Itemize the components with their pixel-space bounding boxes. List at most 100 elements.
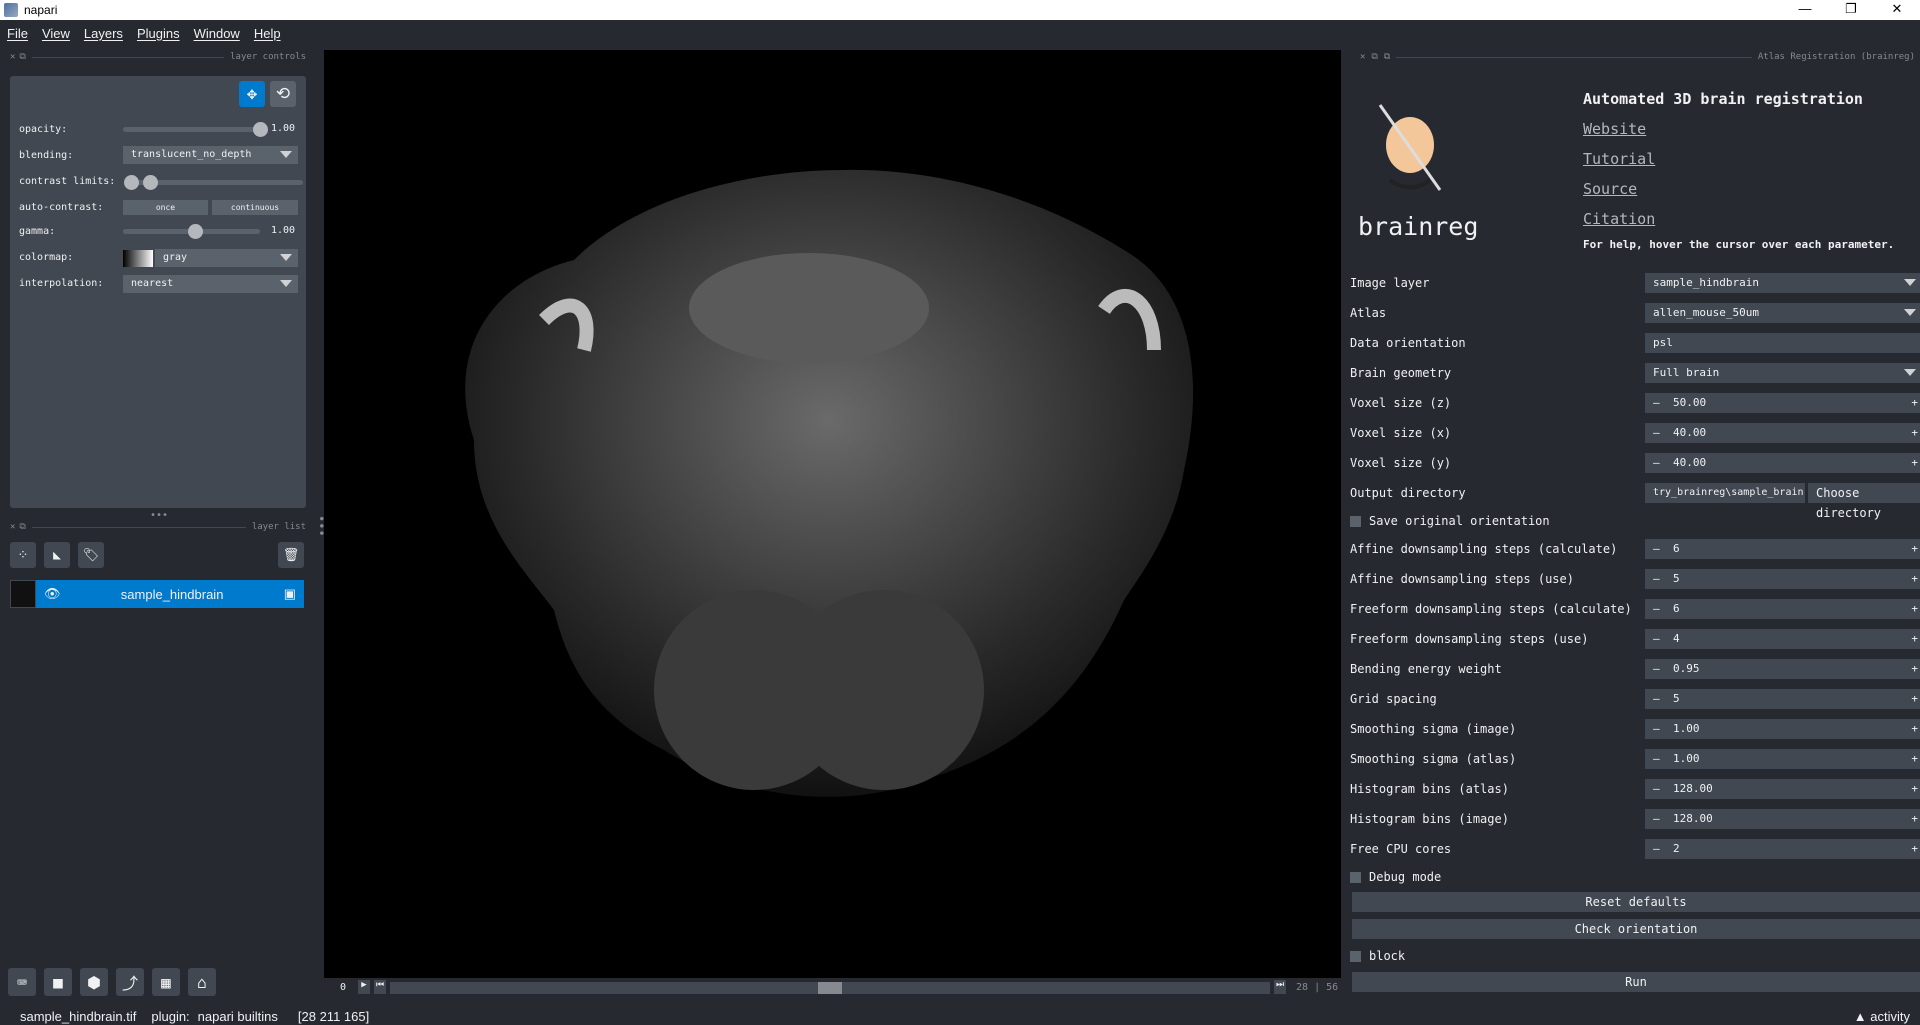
choose-directory-button[interactable]: Choose directory [1808, 483, 1920, 520]
check-orientation-button[interactable]: Check orientation [1352, 919, 1920, 939]
minus-icon[interactable]: — [1653, 393, 1673, 413]
maximize-button[interactable]: ❐ [1828, 0, 1874, 20]
debug-mode-checkbox[interactable] [1350, 871, 1361, 883]
menu-help[interactable]: Help [247, 26, 288, 41]
auto-contrast-continuous-button[interactable]: continuous [212, 200, 298, 215]
minus-icon[interactable]: — [1653, 779, 1673, 799]
plus-icon[interactable]: + [1911, 749, 1918, 769]
menu-view[interactable]: View [35, 26, 77, 41]
console-button[interactable]: ⌨ [8, 968, 36, 996]
new-shapes-layer-button[interactable]: ◣ [44, 542, 70, 568]
viewer-canvas[interactable] [324, 50, 1341, 978]
dock-close-icon[interactable]: ✕ [1360, 52, 1365, 62]
param-spinbox[interactable]: —50.00 + [1645, 393, 1920, 413]
dock-pin-icon[interactable]: ⧉ [1371, 52, 1377, 62]
auto-contrast-once-button[interactable]: once [123, 200, 208, 215]
debug-mode-row[interactable]: Debug mode [1350, 866, 1920, 888]
param-spinbox[interactable]: —128.00 + [1645, 779, 1920, 799]
dock-float-icon[interactable]: ⧉ [1384, 52, 1390, 62]
opacity-slider[interactable] [123, 127, 260, 132]
layer-name[interactable]: sample_hindbrain [61, 587, 284, 602]
menu-layers[interactable]: Layers [77, 26, 130, 41]
param-input[interactable]: psl [1645, 333, 1920, 353]
pan-zoom-mode-button[interactable]: ✥ [239, 81, 265, 107]
plus-icon[interactable]: + [1911, 659, 1918, 679]
grid-view-button[interactable]: ▦ [152, 968, 180, 996]
param-spinbox[interactable]: —6 + [1645, 599, 1920, 619]
step-forward-button[interactable]: ⏭ [1274, 980, 1286, 994]
play-button[interactable]: ▶ [358, 980, 370, 994]
minus-icon[interactable]: — [1653, 629, 1673, 649]
transpose-button[interactable]: ⤴ [116, 968, 144, 996]
minimize-button[interactable]: — [1782, 0, 1828, 20]
plus-icon[interactable]: + [1911, 393, 1918, 413]
minus-icon[interactable]: — [1653, 839, 1673, 859]
param-spinbox[interactable]: —2 + [1645, 839, 1920, 859]
minus-icon[interactable]: — [1653, 719, 1673, 739]
plus-icon[interactable]: + [1911, 779, 1918, 799]
param-spinbox[interactable]: —40.00 + [1645, 453, 1920, 473]
interpolation-select[interactable]: nearest [123, 275, 298, 293]
reset-defaults-button[interactable]: Reset defaults [1352, 892, 1920, 912]
plus-icon[interactable]: + [1911, 599, 1918, 619]
plus-icon[interactable]: + [1911, 839, 1918, 859]
plus-icon[interactable]: + [1911, 719, 1918, 739]
minus-icon[interactable]: — [1653, 809, 1673, 829]
minus-icon[interactable]: — [1653, 569, 1673, 589]
menu-plugins[interactable]: Plugins [130, 26, 187, 41]
gamma-slider-handle[interactable] [188, 224, 203, 239]
minus-icon[interactable]: — [1653, 749, 1673, 769]
minus-icon[interactable]: — [1653, 689, 1673, 709]
website-link[interactable]: Website [1583, 120, 1646, 138]
opacity-slider-handle[interactable] [253, 122, 268, 137]
dock-float-icon[interactable]: ⧉ [19, 522, 25, 532]
dock-close-icon[interactable]: ✕ [10, 52, 15, 62]
param-spinbox[interactable]: —40.00 + [1645, 423, 1920, 443]
new-labels-layer-button[interactable]: 🏷 [78, 542, 104, 568]
dock-float-icon[interactable]: ⧉ [19, 52, 25, 62]
block-row[interactable]: block [1350, 945, 1920, 967]
output-directory-input[interactable]: try_brainreg\sample_brain [1645, 483, 1805, 503]
contrast-min-handle[interactable] [124, 175, 139, 190]
layer-row[interactable]: 👁 sample_hindbrain ▣ [36, 580, 304, 608]
param-spinbox[interactable]: —0.95 + [1645, 659, 1920, 679]
block-checkbox[interactable] [1350, 950, 1361, 962]
param-spinbox[interactable]: —6 + [1645, 539, 1920, 559]
transform-mode-button[interactable]: ⟲ [270, 81, 296, 107]
plus-icon[interactable]: + [1911, 423, 1918, 443]
param-spinbox[interactable]: —5 + [1645, 689, 1920, 709]
minus-icon[interactable]: — [1653, 423, 1673, 443]
param-spinbox[interactable]: —4 + [1645, 629, 1920, 649]
param-spinbox[interactable]: —1.00 + [1645, 749, 1920, 769]
param-select[interactable]: Full brain [1645, 363, 1920, 383]
plus-icon[interactable]: + [1911, 629, 1918, 649]
delete-layer-button[interactable]: 🗑 [278, 542, 304, 568]
minus-icon[interactable]: — [1653, 453, 1673, 473]
roll-dims-button[interactable]: ⬢ [80, 968, 108, 996]
menu-window[interactable]: Window [187, 26, 247, 41]
activity-button[interactable]: ▲ activity [1854, 1009, 1910, 1024]
plus-icon[interactable]: + [1911, 809, 1918, 829]
new-points-layer-button[interactable]: ⁘ [10, 542, 36, 568]
run-button[interactable]: Run [1352, 972, 1920, 992]
eye-visibility-icon[interactable]: 👁 [44, 586, 61, 602]
blending-select[interactable]: translucent_no_depth [123, 146, 298, 164]
ndisplay-button[interactable]: ■ [44, 968, 72, 996]
param-spinbox[interactable]: —128.00 + [1645, 809, 1920, 829]
source-link[interactable]: Source [1583, 180, 1637, 198]
step-back-button[interactable]: ⏮ [374, 980, 386, 994]
minus-icon[interactable]: — [1653, 659, 1673, 679]
contrast-max-handle[interactable] [143, 175, 158, 190]
plus-icon[interactable]: + [1911, 569, 1918, 589]
minus-icon[interactable]: — [1653, 539, 1673, 559]
save-orientation-checkbox[interactable] [1350, 515, 1361, 527]
param-spinbox[interactable]: —1.00 + [1645, 719, 1920, 739]
param-spinbox[interactable]: —5 + [1645, 569, 1920, 589]
plus-icon[interactable]: + [1911, 689, 1918, 709]
slice-handle[interactable] [818, 982, 842, 994]
plus-icon[interactable]: + [1911, 453, 1918, 473]
home-button[interactable]: ⌂ [188, 968, 216, 996]
minus-icon[interactable]: — [1653, 599, 1673, 619]
dock-close-icon[interactable]: ✕ [10, 522, 15, 532]
param-select[interactable]: allen_mouse_50um [1645, 303, 1920, 323]
